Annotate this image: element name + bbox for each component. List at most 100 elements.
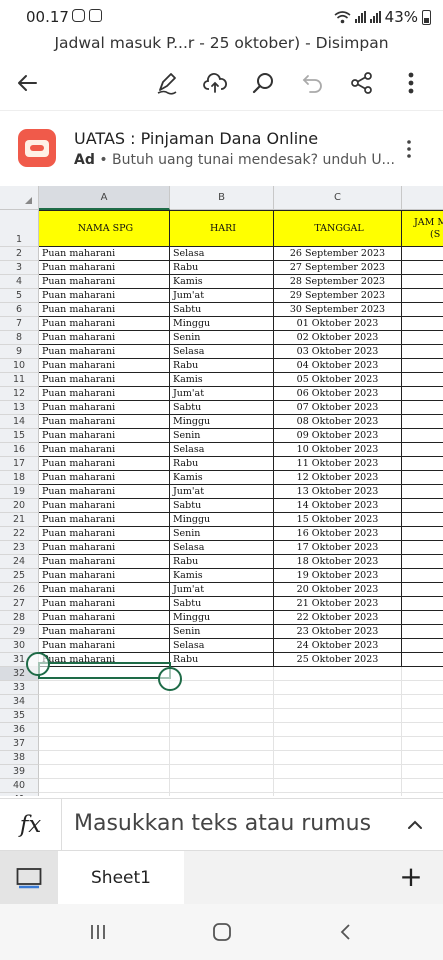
column-header-a[interactable]: A <box>39 186 170 210</box>
ad-title[interactable]: UATAS : Pinjaman Dana Online <box>74 129 318 148</box>
formula-input[interactable]: Masukkan teks atau rumus <box>74 811 371 836</box>
cell-hari[interactable]: Selasa <box>170 443 274 457</box>
ad-line[interactable]: Ad • Butuh uang tunai mendesak? unduh U.… <box>74 152 395 168</box>
cell-tanggal[interactable]: 04 Oktober 2023 <box>274 359 402 373</box>
row-header[interactable]: 1 <box>0 210 39 247</box>
row-header[interactable]: 35 <box>0 709 39 723</box>
cell-tanggal[interactable]: 25 Oktober 2023 <box>274 653 402 667</box>
row-header[interactable]: 13 <box>0 401 39 415</box>
cell-jam[interactable] <box>402 611 443 625</box>
pen-icon[interactable] <box>150 66 184 100</box>
header-hari[interactable]: HARI <box>170 210 274 247</box>
cell-jam[interactable] <box>402 387 443 401</box>
row-header[interactable]: 28 <box>0 611 39 625</box>
cell-tanggal[interactable]: 07 Oktober 2023 <box>274 401 402 415</box>
cell-hari[interactable]: Jum'at <box>170 387 274 401</box>
cell-nama[interactable]: Puan maharani <box>39 471 170 485</box>
cell-nama[interactable]: Puan maharani <box>39 569 170 583</box>
cell-hari[interactable]: Rabu <box>170 457 274 471</box>
column-header-b[interactable]: B <box>170 186 274 210</box>
cell-jam[interactable] <box>402 247 443 261</box>
cell-jam[interactable] <box>402 653 443 667</box>
cell-hari[interactable]: Selasa <box>170 639 274 653</box>
cell-nama[interactable]: Puan maharani <box>39 247 170 261</box>
row-header[interactable]: 24 <box>0 555 39 569</box>
cell-tanggal[interactable]: 08 Oktober 2023 <box>274 415 402 429</box>
cell-hari[interactable]: Senin <box>170 429 274 443</box>
cell-nama[interactable]: Puan maharani <box>39 331 170 345</box>
row-header[interactable]: 3 <box>0 261 39 275</box>
cell-tanggal[interactable]: 22 Oktober 2023 <box>274 611 402 625</box>
ad-banner[interactable]: UATAS : Pinjaman Dana Online Ad • Butuh … <box>0 110 443 184</box>
cell-hari[interactable]: Sabtu <box>170 499 274 513</box>
cell-nama[interactable]: Puan maharani <box>39 499 170 513</box>
cell-tanggal[interactable]: 12 Oktober 2023 <box>274 471 402 485</box>
cell-tanggal[interactable]: 03 Oktober 2023 <box>274 345 402 359</box>
row-header[interactable]: 19 <box>0 485 39 499</box>
selection-handle-end[interactable] <box>158 667 182 691</box>
header-nama-spg[interactable]: NAMA SPG <box>39 210 170 247</box>
cell-hari[interactable]: Selasa <box>170 247 274 261</box>
header-jam-masuk[interactable]: JAM M (S <box>402 210 443 247</box>
row-header[interactable]: 41 <box>0 793 39 796</box>
cell-tanggal[interactable]: 15 Oktober 2023 <box>274 513 402 527</box>
select-all-corner[interactable] <box>0 186 39 210</box>
row-header[interactable]: 18 <box>0 471 39 485</box>
row-header[interactable]: 10 <box>0 359 39 373</box>
cell-hari[interactable]: Senin <box>170 331 274 345</box>
cell-tanggal[interactable]: 17 Oktober 2023 <box>274 541 402 555</box>
cell-tanggal[interactable]: 13 Oktober 2023 <box>274 485 402 499</box>
cell-jam[interactable] <box>402 485 443 499</box>
cell-nama[interactable]: Puan maharani <box>39 485 170 499</box>
cell-jam[interactable] <box>402 639 443 653</box>
cell-hari[interactable]: Selasa <box>170 541 274 555</box>
cell-tanggal[interactable]: 05 Oktober 2023 <box>274 373 402 387</box>
cell-jam[interactable] <box>402 583 443 597</box>
add-sheet-button[interactable]: + <box>397 863 425 891</box>
cell-tanggal[interactable]: 26 September 2023 <box>274 247 402 261</box>
row-header[interactable]: 26 <box>0 583 39 597</box>
home-icon[interactable] <box>210 920 234 944</box>
cell-nama[interactable]: Puan maharani <box>39 611 170 625</box>
cell-nama[interactable]: Puan maharani <box>39 555 170 569</box>
row-header[interactable]: 22 <box>0 527 39 541</box>
row-header[interactable]: 2 <box>0 247 39 261</box>
cell-nama[interactable]: Puan maharani <box>39 625 170 639</box>
cell-hari[interactable]: Rabu <box>170 653 274 667</box>
cell-tanggal[interactable]: 19 Oktober 2023 <box>274 569 402 583</box>
row-header[interactable]: 6 <box>0 303 39 317</box>
cell-nama[interactable]: Puan maharani <box>39 541 170 555</box>
cell-jam[interactable] <box>402 443 443 457</box>
cell-nama[interactable]: Puan maharani <box>39 261 170 275</box>
cell-hari[interactable]: Kamis <box>170 275 274 289</box>
cell-jam[interactable] <box>402 625 443 639</box>
cell-nama[interactable]: Puan maharani <box>39 289 170 303</box>
cell-nama[interactable]: Puan maharani <box>39 317 170 331</box>
cell-hari[interactable]: Selasa <box>170 345 274 359</box>
cell-jam[interactable] <box>402 555 443 569</box>
cell-nama[interactable]: Puan maharani <box>39 303 170 317</box>
cell-tanggal[interactable]: 16 Oktober 2023 <box>274 527 402 541</box>
row-header[interactable]: 25 <box>0 569 39 583</box>
cell-tanggal[interactable]: 09 Oktober 2023 <box>274 429 402 443</box>
column-header-c[interactable]: C <box>274 186 402 210</box>
share-icon[interactable] <box>345 66 379 100</box>
cell-jam[interactable] <box>402 261 443 275</box>
cell-hari[interactable]: Senin <box>170 625 274 639</box>
fx-button[interactable]: fx <box>0 799 62 851</box>
cell-hari[interactable]: Rabu <box>170 261 274 275</box>
row-header[interactable]: 27 <box>0 597 39 611</box>
cell-hari[interactable]: Jum'at <box>170 583 274 597</box>
cell-hari[interactable]: Jum'at <box>170 289 274 303</box>
column-header-d[interactable] <box>402 186 443 210</box>
cell-nama[interactable]: Puan maharani <box>39 373 170 387</box>
cell-hari[interactable]: Kamis <box>170 569 274 583</box>
cell-jam[interactable] <box>402 457 443 471</box>
row-header[interactable]: 38 <box>0 751 39 765</box>
more-vert-icon[interactable] <box>394 66 428 100</box>
cell-jam[interactable] <box>402 541 443 555</box>
cell-jam[interactable] <box>402 569 443 583</box>
cell-nama[interactable]: Puan maharani <box>39 387 170 401</box>
header-tanggal[interactable]: TANGGAL <box>274 210 402 247</box>
cell-tanggal[interactable]: 28 September 2023 <box>274 275 402 289</box>
